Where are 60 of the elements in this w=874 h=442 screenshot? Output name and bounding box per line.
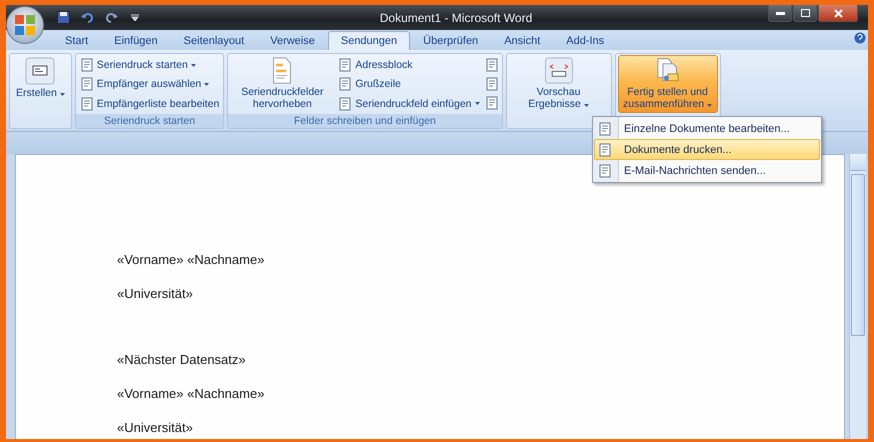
merge-field-line: «Universität» [117,285,193,303]
merge-field-line: «Nächster Datensatz» [117,351,246,369]
minimize-icon [776,12,784,14]
ribbon-tab[interactable]: Start [52,31,102,50]
ribbon-button[interactable]: Empfängerliste bearbeiten [78,94,222,113]
ribbon-tab[interactable]: Add-Ins [553,31,618,50]
envelope-icon [25,57,56,85]
ribbon-button[interactable]: Empfänger auswählen [78,75,222,94]
ribbon-button[interactable]: Vorschau Ergebnisse [508,55,609,113]
group-label: Felder schreiben und einfügen [228,114,502,128]
ribbon-button[interactable]: Seriendruck starten [78,56,222,74]
office-logo-icon [14,14,36,36]
ribbon-tab[interactable]: Überprüfen [410,31,492,50]
ribbon-button[interactable]: Erstellen [12,55,69,113]
caret-icon [131,14,139,21]
document-icon [484,58,499,72]
document-icon [338,77,352,92]
ribbon-tab[interactable]: Verweise [257,31,328,50]
ribbon-button[interactable]: Seriendruckfelder hervorheben [230,55,334,113]
caret-icon [474,102,480,106]
caret-icon [190,64,196,67]
caret-icon [60,93,65,96]
menu-item[interactable]: E-Mail-Nachrichten senden... [594,160,820,181]
ribbon-button[interactable]: Fertig stellen und zusammenführen [618,55,718,113]
maximize-icon [800,9,810,17]
group-label: Seriendruck starten [76,114,224,128]
ribbon-tab[interactable]: Ansicht [491,31,554,50]
help-icon[interactable] [854,32,866,44]
redo-icon [104,12,118,24]
merge-field-line: «Vorname» «Nachname» [117,251,264,269]
document-icon [484,77,499,91]
rules-button[interactable] [484,76,500,92]
caret-icon [584,104,589,107]
save-button[interactable] [54,8,72,26]
undo-icon [80,12,94,24]
menu-item[interactable]: Dokumente drucken... [594,139,820,160]
close-icon [834,8,842,18]
scrollbar[interactable] [849,154,866,439]
ribbon-button[interactable]: Seriendruckfeld einfügen [336,94,482,113]
document-icon [484,96,499,110]
ribbon-button[interactable]: Grußzeile [336,75,482,94]
merge-field-line: «Universität» [117,419,193,437]
caret-icon [707,104,712,107]
maximize-button[interactable] [793,5,817,22]
window-title: Dokument1 - Microsoft Word [380,10,532,24]
ribbon-tab[interactable]: Einfügen [101,31,171,50]
ribbon-tab[interactable]: Sendungen [328,31,410,50]
rules-button[interactable] [484,57,500,73]
document-icon [80,58,94,72]
caret-icon [204,82,210,86]
rules-button[interactable] [484,95,500,111]
ribbon-tab[interactable]: Seitenlayout [170,31,258,50]
document-icon [338,58,352,72]
merge-field-line: «Vorname» «Nachname» [117,385,264,403]
minimize-button[interactable] [768,5,792,22]
save-icon [56,11,70,24]
ribbon-button[interactable]: Adressblock [336,56,482,74]
close-button[interactable] [818,5,858,22]
menu-item[interactable]: Einzelne Dokumente bearbeiten... [594,118,820,139]
preview-icon [544,57,574,84]
